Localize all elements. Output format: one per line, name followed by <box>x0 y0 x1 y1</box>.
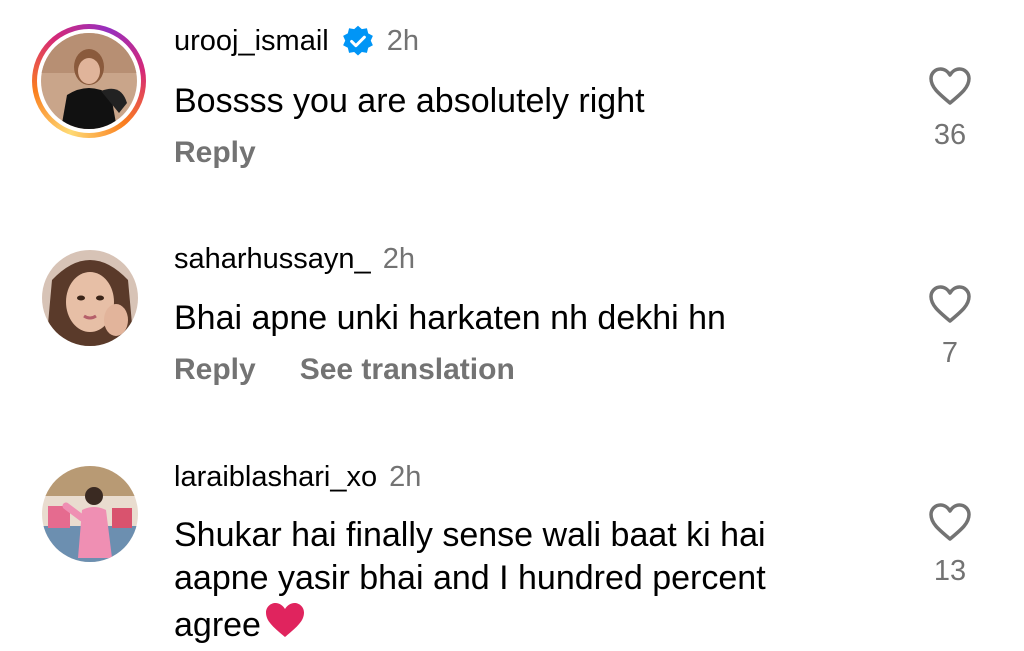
like-count: 13 <box>933 555 967 587</box>
comment-text: Shukar hai finally sense wali baat ki ha… <box>174 514 874 651</box>
heart-outline-icon[interactable] <box>928 66 972 111</box>
comment-header: urooj_ismail 2h <box>174 24 419 58</box>
see-translation-button[interactable]: See translation <box>300 353 515 387</box>
comment-text-line: aapne yasir bhai and I hundred percent <box>174 559 766 597</box>
like-count: 36 <box>933 119 967 151</box>
heart-outline-icon[interactable] <box>928 502 972 547</box>
avatar <box>42 466 138 562</box>
timestamp: 2h <box>382 243 415 275</box>
red-heart-emoji <box>263 600 307 651</box>
comment-actions: Reply <box>174 136 256 170</box>
username[interactable]: saharhussayn_ <box>174 243 371 276</box>
timestamp: 2h <box>389 461 422 493</box>
story-ring <box>32 24 146 138</box>
comment-text-line-last: agree <box>174 600 874 651</box>
avatar-wrap[interactable] <box>42 250 138 346</box>
story-ring-avatar[interactable] <box>32 24 146 138</box>
username[interactable]: urooj_ismail <box>174 25 329 58</box>
like-control: 36 <box>926 66 974 152</box>
like-count: 7 <box>941 337 959 369</box>
reply-button[interactable]: Reply <box>174 136 256 170</box>
comment-actions: Reply See translation <box>174 353 515 387</box>
avatar <box>41 33 137 129</box>
verified-badge-icon <box>341 24 375 58</box>
comment-text: Bhai apne unki harkaten nh dekhi hn <box>174 299 726 337</box>
comment-header: saharhussayn_ 2h <box>174 243 415 276</box>
avatar <box>42 250 138 346</box>
reply-button[interactable]: Reply <box>174 353 256 387</box>
avatar-wrap[interactable] <box>42 466 138 562</box>
comment-text: Bossss you are absolutely right <box>174 82 645 120</box>
like-control: 7 <box>926 284 974 370</box>
heart-outline-icon[interactable] <box>928 284 972 329</box>
comment-header: laraiblashari_xo 2h <box>174 461 421 494</box>
username[interactable]: laraiblashari_xo <box>174 461 377 494</box>
comment-text-line: Shukar hai finally sense wali baat ki ha… <box>174 516 766 554</box>
timestamp: 2h <box>386 24 419 57</box>
like-control: 13 <box>926 502 974 588</box>
